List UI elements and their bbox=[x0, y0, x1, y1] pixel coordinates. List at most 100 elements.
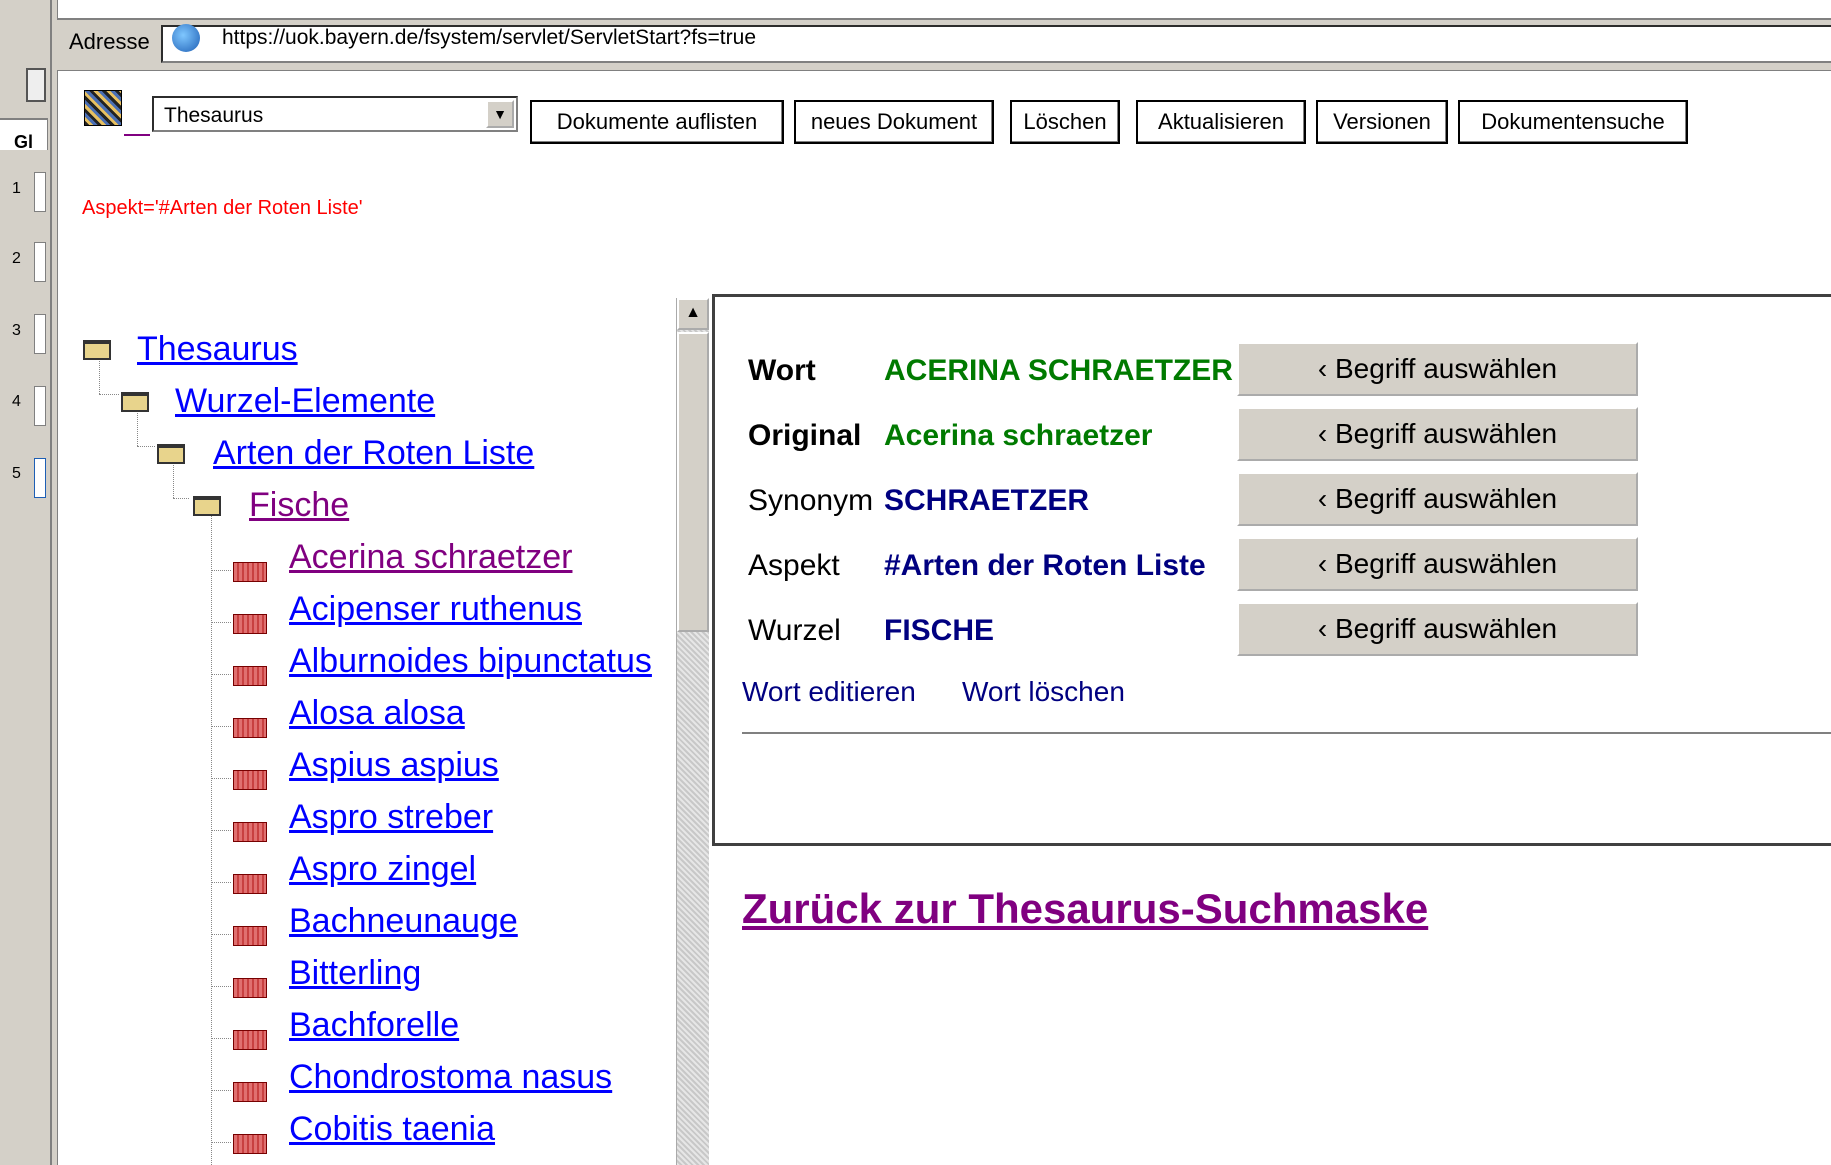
tree-leaf[interactable]: Alburnoides bipunctatus bbox=[289, 642, 652, 680]
folder-icon bbox=[157, 444, 185, 464]
tree-connector bbox=[211, 504, 212, 1165]
logo-link-underline bbox=[124, 134, 150, 136]
tree-connector bbox=[99, 394, 119, 395]
tree-connector bbox=[137, 446, 155, 447]
select-value: Thesaurus bbox=[164, 104, 264, 127]
species-icon bbox=[233, 874, 267, 894]
tree-connector bbox=[211, 1090, 231, 1091]
row-number: 3 bbox=[12, 322, 21, 339]
species-icon bbox=[233, 770, 267, 790]
row-number: 2 bbox=[12, 250, 21, 267]
species-icon bbox=[233, 1030, 267, 1050]
tree-leaf[interactable]: Bachforelle bbox=[289, 1006, 459, 1044]
panel-divider bbox=[50, 0, 52, 1165]
tree-connector bbox=[211, 1142, 231, 1143]
tree-leaf[interactable]: Alosa alosa bbox=[289, 694, 465, 732]
tree-connector bbox=[173, 498, 189, 499]
field-value-wort: ACERINA SCHRAETZER bbox=[884, 354, 1233, 387]
field-value-wurzel: FISCHE bbox=[884, 614, 995, 647]
tree-connector bbox=[211, 986, 231, 987]
row-number: 5 bbox=[12, 465, 21, 482]
versions-button[interactable]: Versionen bbox=[1316, 100, 1448, 144]
edit-word-link[interactable]: Wort editieren bbox=[742, 676, 916, 708]
folder-icon bbox=[83, 340, 111, 360]
back-to-search-link[interactable]: Zurück zur Thesaurus-Suchmaske bbox=[742, 885, 1428, 933]
new-document-button[interactable]: neues Dokument bbox=[794, 100, 994, 144]
select-term-button[interactable]: ‹ Begriff auswählen bbox=[1237, 602, 1638, 656]
field-label-synonym: Synonym bbox=[748, 484, 874, 517]
tree-connector bbox=[211, 726, 231, 727]
species-icon bbox=[233, 1082, 267, 1102]
tab-fragment[interactable]: Gl bbox=[0, 118, 48, 152]
select-term-button[interactable]: ‹ Begriff auswählen bbox=[1237, 407, 1638, 461]
row-number: 4 bbox=[12, 393, 21, 410]
row-field[interactable] bbox=[34, 458, 46, 498]
scrollbar-thumb[interactable] bbox=[677, 332, 709, 632]
row-field[interactable] bbox=[34, 172, 46, 212]
address-url[interactable]: https://uok.bayern.de/fsystem/servlet/Se… bbox=[222, 26, 756, 50]
folder-icon bbox=[121, 392, 149, 412]
species-icon bbox=[233, 1134, 267, 1154]
tree-leaf[interactable]: Bitterling bbox=[289, 954, 421, 992]
tree-leaf[interactable]: Acerina schraetzer bbox=[289, 538, 572, 576]
delete-word-link[interactable]: Wort löschen bbox=[962, 676, 1125, 708]
tree-connector bbox=[211, 882, 231, 883]
tree-node-wurzel-elemente[interactable]: Wurzel-Elemente bbox=[175, 382, 435, 420]
field-value-original: Acerina schraetzer bbox=[884, 419, 1153, 452]
tree-node-arten-roten-liste[interactable]: Arten der Roten Liste bbox=[213, 434, 534, 472]
app-logo-icon[interactable] bbox=[84, 90, 122, 126]
row-field[interactable] bbox=[34, 314, 46, 354]
tree-leaf[interactable]: Aspius aspius bbox=[289, 746, 499, 784]
select-term-button[interactable]: ‹ Begriff auswählen bbox=[1237, 342, 1638, 396]
field-value-synonym: SCHRAETZER bbox=[884, 484, 1090, 517]
species-icon bbox=[233, 978, 267, 998]
tree-leaf[interactable]: Acipenser ruthenus bbox=[289, 590, 582, 628]
ie-page-icon bbox=[172, 24, 200, 52]
tree-leaf[interactable]: Aspro zingel bbox=[289, 850, 476, 888]
species-icon bbox=[233, 718, 267, 738]
tab-fragment-label: Gl bbox=[14, 132, 34, 152]
field-label-wurzel: Wurzel bbox=[748, 614, 841, 647]
address-label: Adresse bbox=[69, 29, 150, 54]
tree-node-fische[interactable]: Fische bbox=[249, 486, 349, 524]
tree-leaf[interactable]: Cobitis taenia bbox=[289, 1110, 495, 1148]
delete-button[interactable]: Löschen bbox=[1010, 100, 1120, 144]
divider bbox=[742, 732, 1831, 734]
tree-connector bbox=[211, 570, 231, 571]
tree-node-thesaurus[interactable]: Thesaurus bbox=[137, 330, 298, 368]
tree-connector bbox=[211, 622, 231, 623]
document-icon[interactable] bbox=[26, 68, 46, 102]
left-panel-strip: Gl 1 2 3 4 5 bbox=[0, 0, 58, 1165]
refresh-button[interactable]: Aktualisieren bbox=[1136, 100, 1306, 144]
row-field[interactable] bbox=[34, 386, 46, 426]
tree-scrollbar[interactable]: ▲ bbox=[676, 298, 709, 1165]
species-icon bbox=[233, 926, 267, 946]
folder-icon bbox=[193, 496, 221, 516]
species-icon bbox=[233, 562, 267, 582]
field-value-aspekt: #Arten der Roten Liste bbox=[884, 549, 1206, 582]
document-search-button[interactable]: Dokumentensuche bbox=[1458, 100, 1688, 144]
select-term-button[interactable]: ‹ Begriff auswählen bbox=[1237, 537, 1638, 591]
row-field[interactable] bbox=[34, 242, 46, 282]
tree-connector bbox=[211, 934, 231, 935]
field-label-wort: Wort bbox=[748, 354, 816, 387]
tree-leaf[interactable]: Chondrostoma nasus bbox=[289, 1058, 612, 1096]
species-icon bbox=[233, 666, 267, 686]
tree-connector bbox=[211, 830, 231, 831]
row-number: 1 bbox=[12, 180, 21, 197]
species-icon bbox=[233, 822, 267, 842]
thesaurus-tree: Thesaurus Wurzel-Elemente Arten der Rote… bbox=[57, 300, 675, 1165]
tree-leaf[interactable]: Bachneunauge bbox=[289, 902, 518, 940]
field-label-aspekt: Aspekt bbox=[748, 549, 840, 582]
document-type-select[interactable]: Thesaurus ▼ bbox=[152, 96, 518, 132]
list-documents-button[interactable]: Dokumente auflisten bbox=[530, 100, 784, 144]
select-term-button[interactable]: ‹ Begriff auswählen bbox=[1237, 472, 1638, 526]
scroll-up-icon[interactable]: ▲ bbox=[677, 298, 709, 330]
tree-connector bbox=[211, 674, 231, 675]
tree-connector bbox=[211, 1038, 231, 1039]
aspect-status-text: Aspekt='#Arten der Roten Liste' bbox=[82, 197, 363, 219]
species-icon bbox=[233, 614, 267, 634]
tree-connector bbox=[211, 778, 231, 779]
chevron-down-icon[interactable]: ▼ bbox=[486, 100, 514, 128]
tree-leaf[interactable]: Aspro streber bbox=[289, 798, 493, 836]
